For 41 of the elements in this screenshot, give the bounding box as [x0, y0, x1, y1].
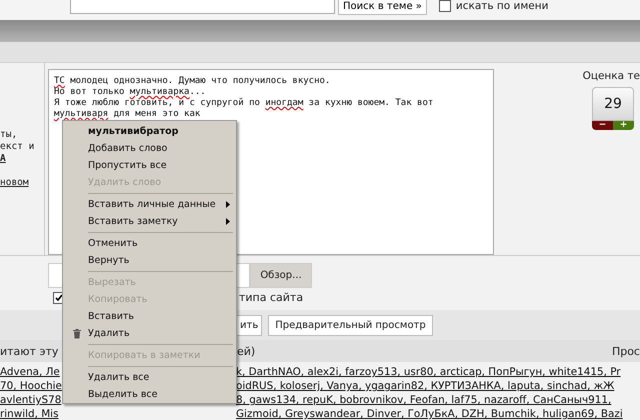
menu-item[interactable]: Пропустить все [63, 157, 236, 174]
user-links[interactable]: 8, gaws134, repuK, bobrovnikov, Feofan, laf75, nazaroff, СанСаныч911, [236, 394, 612, 406]
hint-text: ты, [0, 129, 18, 141]
submit-button[interactable]: ить [236, 314, 262, 336]
readers-count: ей) [237, 344, 256, 358]
menu-item[interactable]: Добавить слово [63, 140, 236, 157]
menu-item[interactable]: Отменить [63, 235, 236, 252]
checkbox-label: искать по имени [456, 0, 548, 12]
menu-item[interactable]: Вставить заметку [63, 213, 236, 230]
hint-text: екст и [0, 141, 36, 153]
submenu-arrow-icon [226, 218, 230, 225]
plus-button[interactable]: + [613, 121, 634, 130]
user-links[interactable]: Gizmoid, Greyswandear, Dinver, ГоЛуБкА, DZH, Bumchik, huligan69, Bazi [236, 408, 623, 420]
minus-button[interactable]: − [592, 121, 613, 130]
menu-item[interactable]: Выделить все [63, 386, 236, 403]
menu-item[interactable]: мультивибратор [63, 123, 236, 140]
menu-item[interactable]: Вставить личные данные [63, 196, 236, 213]
checkbox[interactable] [438, 0, 451, 12]
user-links[interactable]: k, DarthNAO, alex2i, farzoy513, usr80, arcticap, ПопРыгун, white1415, Pr [236, 366, 621, 378]
user-links[interactable]: oidRUS, koloserj, Vanya, ygagarin82, КУРТИЗАНКА, laputa, sinchad, жЖ [236, 380, 614, 392]
menu-item[interactable]: Вставить [63, 308, 236, 325]
menu-item[interactable]: Вернуть [63, 252, 236, 269]
browse-button[interactable]: Обзор... [250, 263, 312, 288]
link[interactable]: новом [0, 177, 44, 189]
views-label: Прос [612, 344, 640, 358]
submenu-arrow-icon [226, 201, 230, 208]
trash-icon [72, 328, 82, 339]
search-button[interactable]: Поиск в теме » [338, 0, 427, 15]
menu-item[interactable]: Удалить все [63, 369, 236, 386]
user-links[interactable]: Advena, Ле [0, 366, 62, 378]
user-links[interactable]: rinwild, Mis [0, 408, 62, 420]
readers-heading: итают эту [0, 344, 58, 358]
search-field[interactable] [70, 0, 335, 14]
link[interactable]: А [0, 153, 44, 165]
preview-button[interactable]: Предварительный просмотр [268, 314, 433, 336]
menu-item[interactable]: Удалить [63, 325, 236, 342]
user-links[interactable]: 70, Hoochie [0, 380, 62, 392]
checkbox-label: типа сайта [239, 291, 304, 304]
rating-title: Оценка те [582, 70, 640, 82]
rating-score: 29 [592, 87, 634, 121]
user-links[interactable]: avlentiyS78 [0, 394, 62, 406]
